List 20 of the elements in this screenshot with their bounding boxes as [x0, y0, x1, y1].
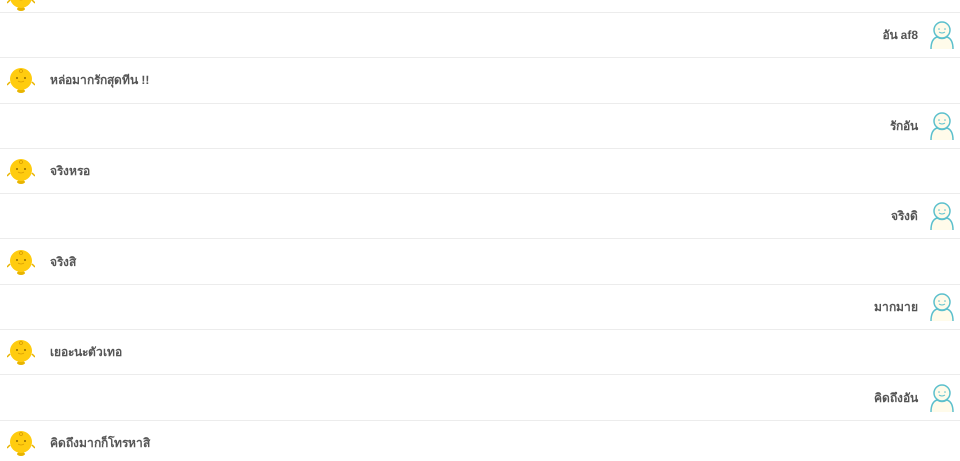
person-avatar-icon: [929, 384, 955, 412]
message-text: เยอะนะตัวเทอ: [50, 344, 122, 362]
person-avatar-icon: [929, 112, 955, 140]
chick-avatar-icon: [7, 248, 35, 276]
chick-avatar-icon: [7, 157, 35, 186]
message-text: จริงสิ: [50, 254, 76, 271]
message-text: จริงดิ: [891, 208, 918, 226]
message-text: คิดถึงอัน: [874, 390, 918, 407]
message-text: รักอัน: [890, 118, 918, 135]
message-text: มากมาย: [874, 298, 918, 316]
person-avatar-icon: [929, 21, 955, 50]
message-text: คิดถึงมากก็โทรหาสิ: [50, 434, 150, 452]
message-text: จริงหรอ: [50, 163, 90, 180]
chick-avatar-icon: [7, 66, 35, 94]
chick-avatar-icon: [7, 338, 35, 366]
message-text: หล่อมากรักสุดทีน !!: [50, 72, 150, 90]
person-avatar-icon: [929, 202, 955, 230]
chick-avatar-icon: [7, 428, 35, 457]
person-avatar-icon: [929, 292, 955, 321]
message-text: อัน af8: [882, 27, 918, 44]
